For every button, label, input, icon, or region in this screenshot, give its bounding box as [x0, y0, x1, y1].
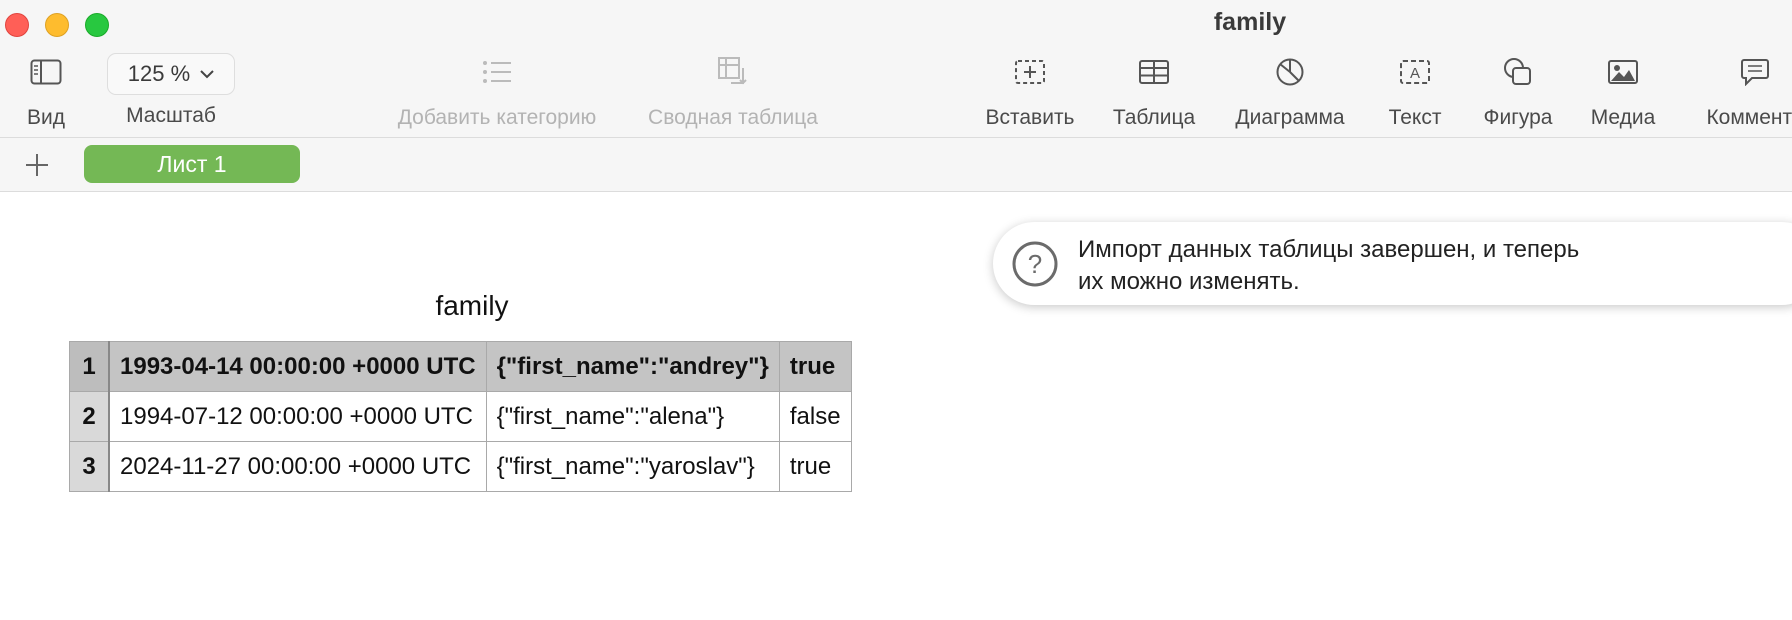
chevron-down-icon — [200, 70, 214, 79]
add-category-label: Добавить категорию — [397, 106, 597, 129]
minimize-window-button[interactable] — [45, 13, 69, 37]
table-icon — [1106, 52, 1202, 92]
notification-line-2: их можно изменять. — [1078, 268, 1300, 295]
maximize-window-button[interactable] — [85, 13, 109, 37]
svg-text:?: ? — [1028, 249, 1042, 279]
view-button[interactable]: Вид — [20, 52, 72, 130]
table-cell[interactable]: 1994-07-12 00:00:00 +0000 UTC — [108, 391, 487, 442]
zoom-value: 125 % — [127, 61, 191, 86]
pivot-table-button[interactable]: Сводная таблица — [637, 52, 829, 130]
help-icon[interactable]: ? — [1011, 240, 1059, 288]
row-number[interactable]: 3 — [69, 441, 110, 492]
chart-button[interactable]: Диаграмма — [1225, 52, 1355, 130]
table-cell[interactable]: {"first_name":"yaroslav"} — [485, 441, 780, 492]
insert-button[interactable]: Вставить — [980, 52, 1080, 130]
table-label: Таблица — [1112, 106, 1196, 129]
table-cell[interactable]: true — [778, 341, 852, 392]
insert-icon — [980, 52, 1080, 92]
table-button[interactable]: Таблица — [1106, 52, 1202, 130]
photo-icon — [1584, 52, 1662, 92]
pivot-table-icon — [637, 52, 829, 92]
text-box-icon: A — [1378, 52, 1452, 92]
notification-message: Импорт данных таблицы завершен, и теперь… — [1078, 234, 1778, 298]
table-cell[interactable]: 2024-11-27 00:00:00 +0000 UTC — [108, 441, 487, 492]
shape-icon — [1474, 52, 1562, 92]
data-table: 1 1993-04-14 00:00:00 +0000 UTC {"first_… — [69, 341, 852, 492]
chart-label: Диаграмма — [1235, 106, 1345, 129]
text-button[interactable]: A Текст — [1378, 52, 1452, 130]
row-number[interactable]: 1 — [69, 341, 110, 392]
window-title: family — [1213, 8, 1287, 36]
pivot-table-label: Сводная таблица — [648, 106, 818, 129]
sidebar-icon — [20, 52, 72, 92]
toolbar: family Вид 125 % Масштаб Добавить катего… — [0, 0, 1792, 138]
comment-label: Коммента — [1706, 106, 1792, 129]
shape-button[interactable]: Фигура — [1474, 52, 1562, 130]
add-category-button[interactable]: Добавить категорию — [382, 52, 612, 130]
shape-label: Фигура — [1483, 106, 1553, 129]
zoom-label: Масштаб — [126, 104, 216, 127]
insert-label: Вставить — [985, 106, 1075, 129]
table-row: 2 1994-07-12 00:00:00 +0000 UTC {"first_… — [69, 391, 852, 442]
media-label: Медиа — [1590, 106, 1656, 129]
add-sheet-button[interactable] — [22, 150, 52, 180]
table-row: 1 1993-04-14 00:00:00 +0000 UTC {"first_… — [69, 341, 852, 392]
pie-chart-icon — [1225, 52, 1355, 92]
comment-button[interactable]: Коммента — [1690, 52, 1792, 130]
import-notification[interactable]: ? Импорт данных таблицы завершен, и тепе… — [993, 222, 1792, 305]
table-cell[interactable]: {"first_name":"alena"} — [485, 391, 780, 442]
sheet-tab-active[interactable]: Лист 1 — [84, 145, 300, 183]
table-row: 3 2024-11-27 00:00:00 +0000 UTC {"first_… — [69, 441, 852, 492]
sheet-tab-bar: Лист 1 — [0, 138, 1792, 192]
table-cell[interactable]: false — [778, 391, 852, 442]
plus-icon — [26, 154, 48, 176]
table-cell[interactable]: true — [778, 441, 852, 492]
zoom-select[interactable]: 125 % — [107, 53, 235, 95]
table-cell[interactable]: {"first_name":"andrey"} — [485, 341, 780, 392]
table-cell[interactable]: 1993-04-14 00:00:00 +0000 UTC — [108, 341, 487, 392]
table-title: family — [435, 290, 509, 321]
media-button[interactable]: Медиа — [1584, 52, 1662, 130]
row-number[interactable]: 2 — [69, 391, 110, 442]
comment-icon — [1690, 52, 1792, 92]
notification-line-1: Импорт данных таблицы завершен, и теперь — [1078, 236, 1580, 263]
list-icon — [382, 52, 612, 92]
text-label: Текст — [1388, 106, 1442, 129]
view-label: Вид — [27, 106, 65, 129]
svg-text:A: A — [1410, 65, 1420, 82]
close-window-button[interactable] — [5, 13, 29, 37]
